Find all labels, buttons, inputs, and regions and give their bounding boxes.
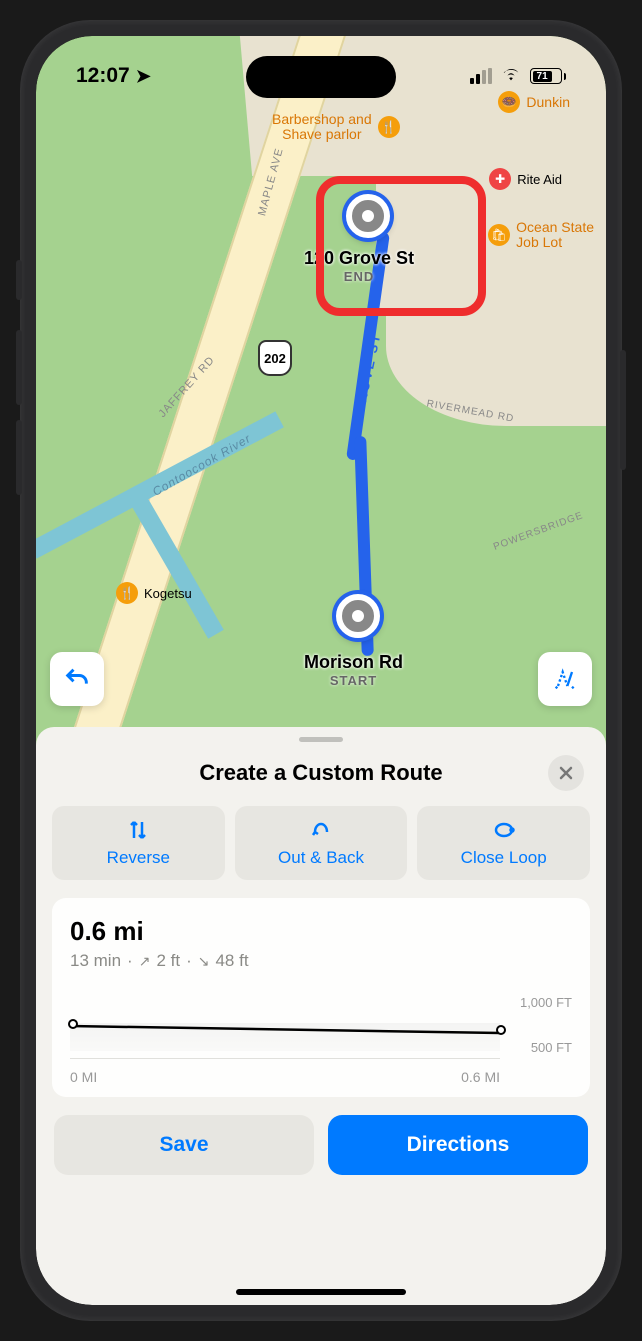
- elevation-chart[interactable]: 1,000 FT 500 FT 0 MI 0.6 MI: [70, 995, 572, 1085]
- out-and-back-button[interactable]: Out & Back: [235, 806, 408, 880]
- route-shield: 202: [258, 340, 292, 376]
- close-button[interactable]: [548, 755, 584, 791]
- route-info-card: 0.6 mi 13 min · ↗ 2 ft · ↘ 48 ft 1,000 F…: [52, 898, 590, 1097]
- cellular-signal-icon: [470, 68, 492, 84]
- restaurant-icon: 🍴: [378, 116, 400, 138]
- power-button: [620, 350, 626, 470]
- save-button[interactable]: Save: [54, 1115, 314, 1175]
- home-indicator[interactable]: [236, 1289, 406, 1295]
- volume-up-button: [16, 330, 22, 405]
- start-label: Morison Rd START: [304, 652, 403, 688]
- status-time: 12:07 ➤: [76, 64, 151, 88]
- sheet-title: Create a Custom Route: [199, 760, 442, 786]
- route-stats: 13 min · ↗ 2 ft · ↘ 48 ft: [70, 951, 572, 971]
- route-options-button[interactable]: [538, 652, 592, 706]
- pharmacy-icon: ✚: [489, 168, 511, 190]
- wifi-icon: [500, 63, 522, 90]
- map-view[interactable]: 12:07 ➤ 71: [36, 36, 606, 756]
- directions-button[interactable]: Directions: [328, 1115, 588, 1175]
- shopping-icon: 🛍: [488, 224, 510, 246]
- sheet-grabber[interactable]: [299, 737, 343, 742]
- side-button: [16, 260, 22, 300]
- battery-icon: 71: [530, 68, 566, 84]
- close-loop-icon: [492, 818, 516, 842]
- restaurant-icon: 🍴: [116, 582, 138, 604]
- location-arrow-icon: ➤: [136, 66, 151, 87]
- close-loop-button[interactable]: Close Loop: [417, 806, 590, 880]
- volume-down-button: [16, 420, 22, 495]
- street-label: POWERSBRIDGE: [492, 510, 585, 553]
- close-icon: [558, 765, 574, 781]
- bottom-sheet: Create a Custom Route Reverse Out & Back: [36, 727, 606, 1305]
- undo-button[interactable]: [50, 652, 104, 706]
- reverse-button[interactable]: Reverse: [52, 806, 225, 880]
- annotation-highlight: [316, 176, 486, 316]
- poi-kogetsu[interactable]: 🍴 Kogetsu: [116, 582, 192, 604]
- elevation-end-dot: [496, 1025, 506, 1035]
- poi-barbershop[interactable]: Barbershop and Shave parlor 🍴: [272, 112, 400, 143]
- poi-ocean-state[interactable]: 🛍 Ocean State Job Lot: [488, 220, 594, 251]
- out-back-icon: [309, 818, 333, 842]
- reverse-icon: [126, 818, 150, 842]
- route-start-pin[interactable]: [336, 594, 380, 638]
- phone-frame: 12:07 ➤ 71: [20, 20, 622, 1321]
- elevation-start-dot: [68, 1019, 78, 1029]
- route-distance: 0.6 mi: [70, 916, 572, 947]
- dynamic-island: [246, 56, 396, 98]
- poi-riteaid[interactable]: ✚ Rite Aid: [489, 168, 562, 190]
